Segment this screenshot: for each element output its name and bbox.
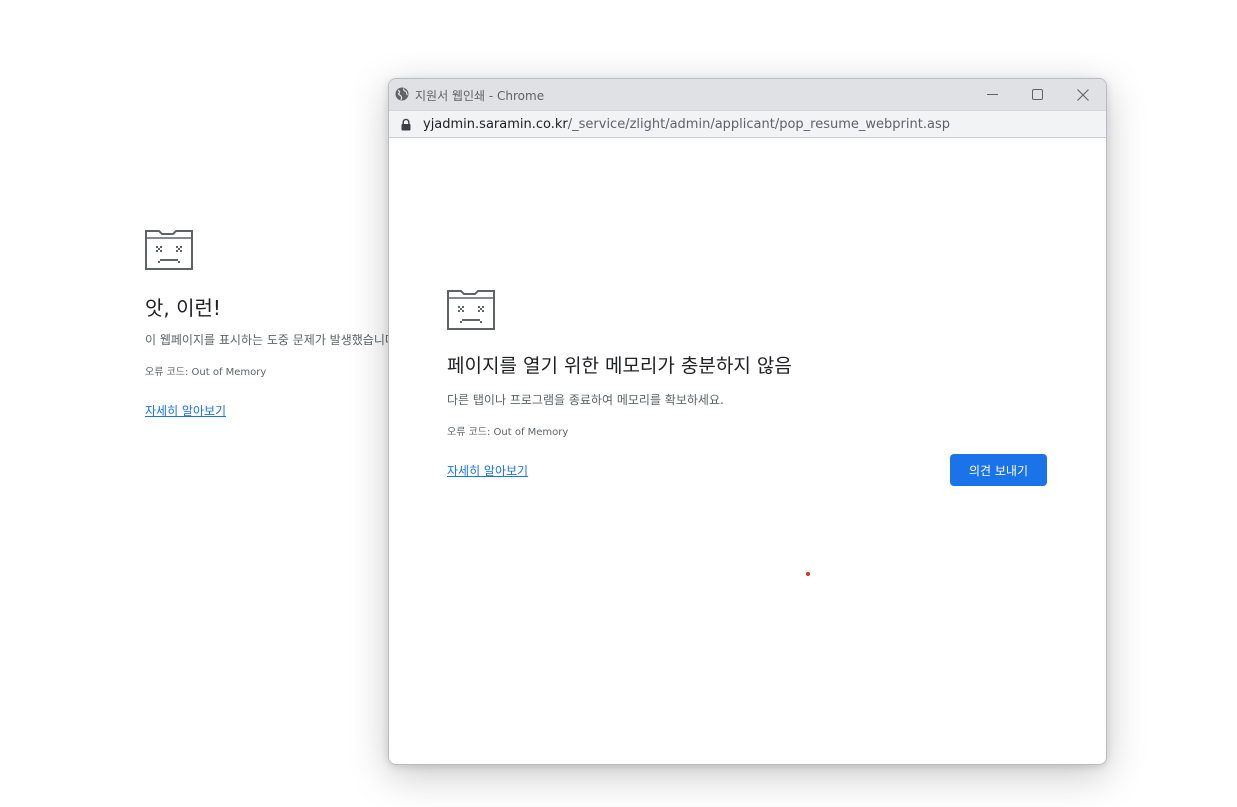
lock-icon [401,118,411,131]
error-code: 오류 코드: Out of Memory [447,427,569,438]
error-title: 페이지를 열기 위한 메모리가 충분하지 않음 [447,355,792,377]
sad-folder-icon [447,290,495,330]
error-description: 다른 탭이나 프로그램을 종료하여 메모리를 확보하세요. [447,393,724,407]
url-host: yjadmin.saramin.co.kr [423,117,568,132]
close-button[interactable] [1060,79,1106,110]
popup-chrome-window: 지원서 웹인쇄 - Chrome yjadmin.saramin.co.kr/_… [388,78,1107,765]
send-feedback-button[interactable]: 의견 보내기 [950,454,1047,486]
error-description: 이 웹페이지를 표시하는 도중 문제가 발생했습니다. [145,333,390,347]
maximize-icon [1031,89,1043,100]
minimize-icon [986,94,998,95]
window-titlebar[interactable]: 지원서 웹인쇄 - Chrome [389,79,1106,110]
url-path: /_service/zlight/admin/applicant/pop_res… [567,117,950,132]
error-title: 앗, 이런! [145,296,221,320]
window-title: 지원서 웹인쇄 - Chrome [415,89,545,103]
error-code: 오류 코드: Out of Memory [145,367,267,378]
address-bar[interactable]: yjadmin.saramin.co.kr/_service/zlight/ad… [389,110,1106,138]
close-icon [1077,88,1089,101]
popup-content: 페이지를 열기 위한 메모리가 충분하지 않음 다른 탭이나 프로그램을 종료하… [389,138,1106,764]
sad-folder-icon [145,230,193,270]
globe-icon [395,87,409,101]
maximize-button[interactable] [1014,79,1060,110]
cursor-dot [806,572,810,576]
learn-more-link[interactable]: 자세히 알아보기 [145,402,226,419]
url-text[interactable]: yjadmin.saramin.co.kr/_service/zlight/ad… [423,117,950,132]
learn-more-link[interactable]: 자세히 알아보기 [447,462,528,479]
screen: 앗, 이런! 이 웹페이지를 표시하는 도중 문제가 발생했습니다. 오류 코드… [0,0,1237,807]
minimize-button[interactable] [969,79,1015,110]
